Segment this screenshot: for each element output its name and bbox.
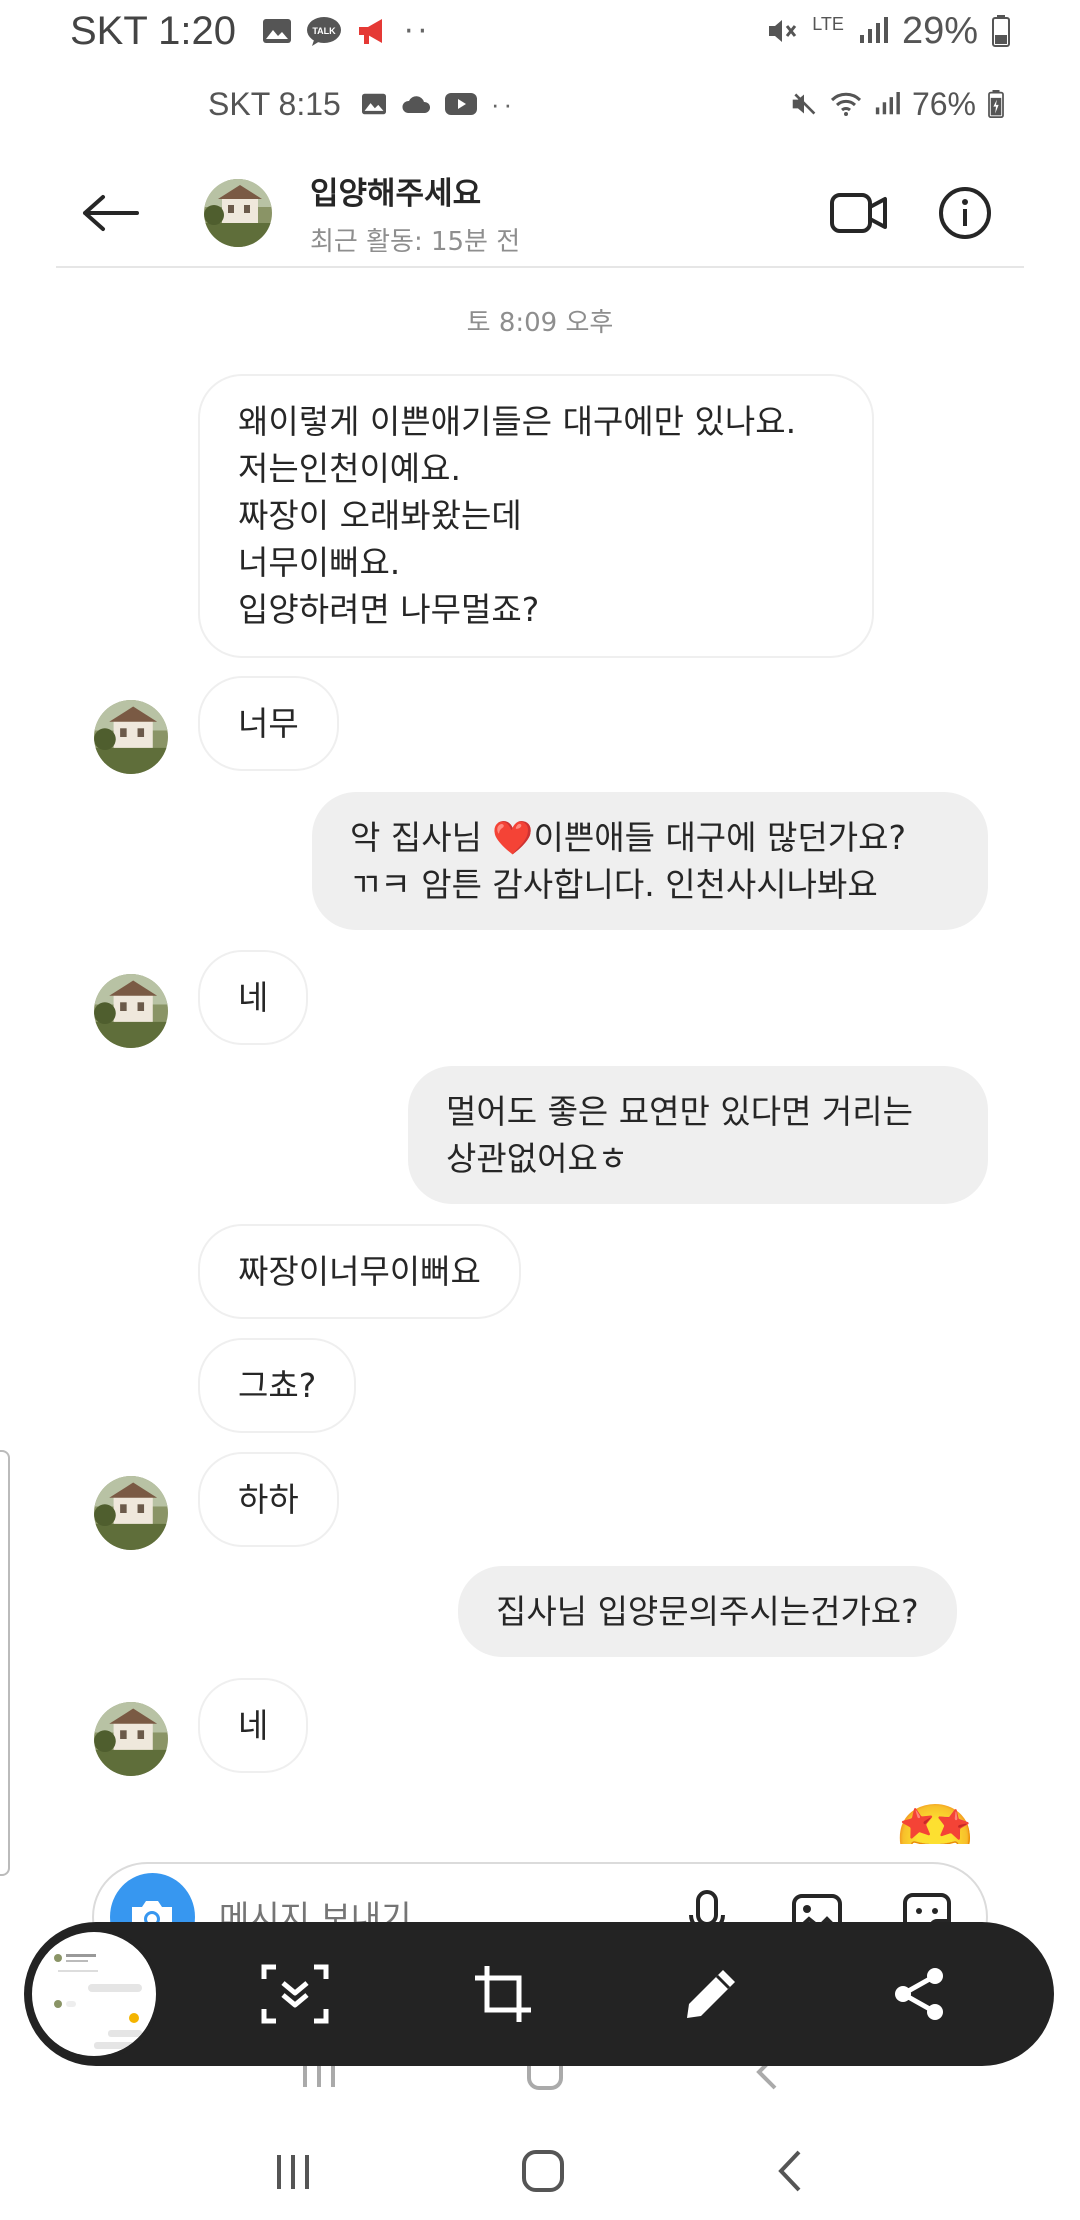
screenshot-tools [160,1949,1054,2039]
inner-status-bar: SKT 8:15 ·· 76% [56,74,1024,134]
message-line: 짜장이 오래봐왔는데 [238,496,522,535]
inner-battery-percent: 76% [911,85,976,122]
back-arrow-icon [83,195,139,231]
reaction-emoji: 🤩 [894,1800,972,1844]
chat-header: 입양해주세요 최근 활동: 15분 전 [56,160,1024,268]
lte-indicator: LTE [812,14,844,34]
message-line: 집사님 입양문의주시는건가요? [496,1592,919,1631]
video-call-icon [830,193,887,233]
crop-icon [475,1966,531,2022]
youtube-icon [444,93,477,115]
video-call-button[interactable] [824,178,894,248]
message-line: 너무이뻐요. [238,543,401,582]
header-titles[interactable]: 입양해주세요 최근 활동: 15분 전 [310,168,520,258]
contact-avatar[interactable] [204,179,272,247]
message-line: 하하 [238,1480,299,1519]
info-icon [939,187,991,239]
crop-button[interactable] [458,1949,548,2039]
star-struck-reaction-icon[interactable]: 🤩 [894,1794,972,1844]
sender-avatar[interactable] [94,1702,168,1776]
house-photo-avatar [94,700,168,774]
message-line: 그쵸? [238,1366,317,1405]
more-notifications-icon: ·· [404,13,432,49]
last-active-status: 최근 활동: 15분 전 [310,227,521,257]
recent-apps-button[interactable] [273,2151,313,2195]
house-photo-avatar [94,974,168,1048]
message-line: 짜장이너무이뻐요 [238,1252,481,1291]
incoming-message[interactable]: 그쵸? [198,1338,357,1433]
outer-battery-percent: 29% [901,9,978,52]
inner-status-time: SKT 8:15 [208,85,341,122]
battery-charging-icon [988,90,1004,118]
house-photo-avatar [204,179,272,247]
chat-date-divider: 토 8:09 오후 [466,308,614,338]
back-icon [777,2150,801,2192]
info-button[interactable] [930,178,1000,248]
sender-avatar[interactable] [94,1476,168,1550]
outer-status-right: LTE 29% [766,10,1010,53]
outgoing-message[interactable]: 악 집사님 ❤️이쁜애들 대구에 많던가요? ㄲㅋ 암튼 감사합니다. 인천사시… [312,792,988,930]
battery-icon [992,15,1010,47]
recent-apps-icon [277,2155,310,2189]
cloud-icon [402,96,430,113]
scroll-capture-icon [261,1964,329,2024]
message-line: 네 [238,1706,269,1745]
message-line: 왜이렇게 이쁜애기들은 대구에만 있나요. [238,402,797,441]
thumbnail-preview [48,1944,148,2054]
outgoing-message[interactable]: 집사님 입양문의주시는건가요? [458,1566,957,1657]
incoming-message[interactable]: 네 [198,950,309,1045]
message-line: 너무 [238,704,299,743]
outer-status-time: SKT 1:20 [70,8,237,53]
megaphone-notification-icon [359,19,383,44]
share-icon [895,1968,943,2020]
incoming-message[interactable]: 네 [198,1678,309,1773]
inner-notification-icons: ·· [361,89,516,120]
image-notification-icon [263,19,292,43]
image-notification-icon [361,93,386,115]
back-nav-button[interactable] [773,2148,807,2198]
screenshot-thumbnail[interactable] [28,1928,160,2060]
more-notifications-icon: ·· [490,88,517,119]
incoming-message[interactable]: 너무 [198,676,339,771]
sender-avatar[interactable] [94,974,168,1048]
edge-panel-handle[interactable] [0,1450,10,1876]
message-line: 멀어도 좋은 묘연만 있다면 거리는 [446,1092,913,1131]
captured-screen: SKT 8:15 ·· 76% 입양해주세요 최근 활동: 15분 전 토 8:… [56,62,1024,2126]
incoming-message[interactable]: 짜장이너무이뻐요 [198,1224,521,1319]
share-button[interactable] [874,1949,964,2039]
incoming-message[interactable]: 왜이렇게 이쁜애기들은 대구에만 있나요. 저는인천이예요. 짜장이 오래봐왔는… [198,374,874,658]
scroll-capture-button[interactable] [250,1949,340,2039]
outer-notification-icons: TALK ·· [262,14,431,49]
house-photo-avatar [94,1476,168,1550]
incoming-message[interactable]: 하하 [198,1452,339,1547]
kakaotalk-notification-icon: TALK [307,17,342,46]
draw-button[interactable] [666,1949,756,2039]
mute-icon [769,20,797,42]
message-line: ㄲㅋ 암튼 감사합니다. 인천사시나봐요 [350,865,878,904]
chat-title: 입양해주세요 [310,176,482,212]
screenshot-toolbar [24,1922,1054,2066]
message-line: 악 집사님 ❤️이쁜애들 대구에 많던가요? [350,818,906,857]
signal-icon [859,17,888,43]
signal-icon [875,92,900,115]
mute-icon [792,93,816,115]
pencil-icon [687,1970,735,2018]
message-line: 입양하려면 나무멀죠? [238,590,540,629]
header-actions [824,178,1000,248]
message-line: 네 [238,978,269,1017]
outgoing-message[interactable]: 멀어도 좋은 묘연만 있다면 거리는 상관없어요ㅎ [408,1066,988,1204]
inner-status-right: 76% [790,86,1004,123]
message-line: 저는인천이예요. [238,449,462,488]
svg-text:TALK: TALK [312,26,336,36]
system-nav-bar [0,2126,1080,2220]
house-photo-avatar [94,1702,168,1776]
wifi-icon [830,92,862,116]
message-line: 상관없어요ㅎ [446,1139,629,1178]
home-button[interactable] [520,2148,566,2198]
home-icon [521,2150,564,2192]
outer-status-bar: SKT 1:20 TALK ·· LTE 29% [0,0,1080,62]
sender-avatar[interactable] [94,700,168,774]
back-button[interactable] [56,163,166,263]
